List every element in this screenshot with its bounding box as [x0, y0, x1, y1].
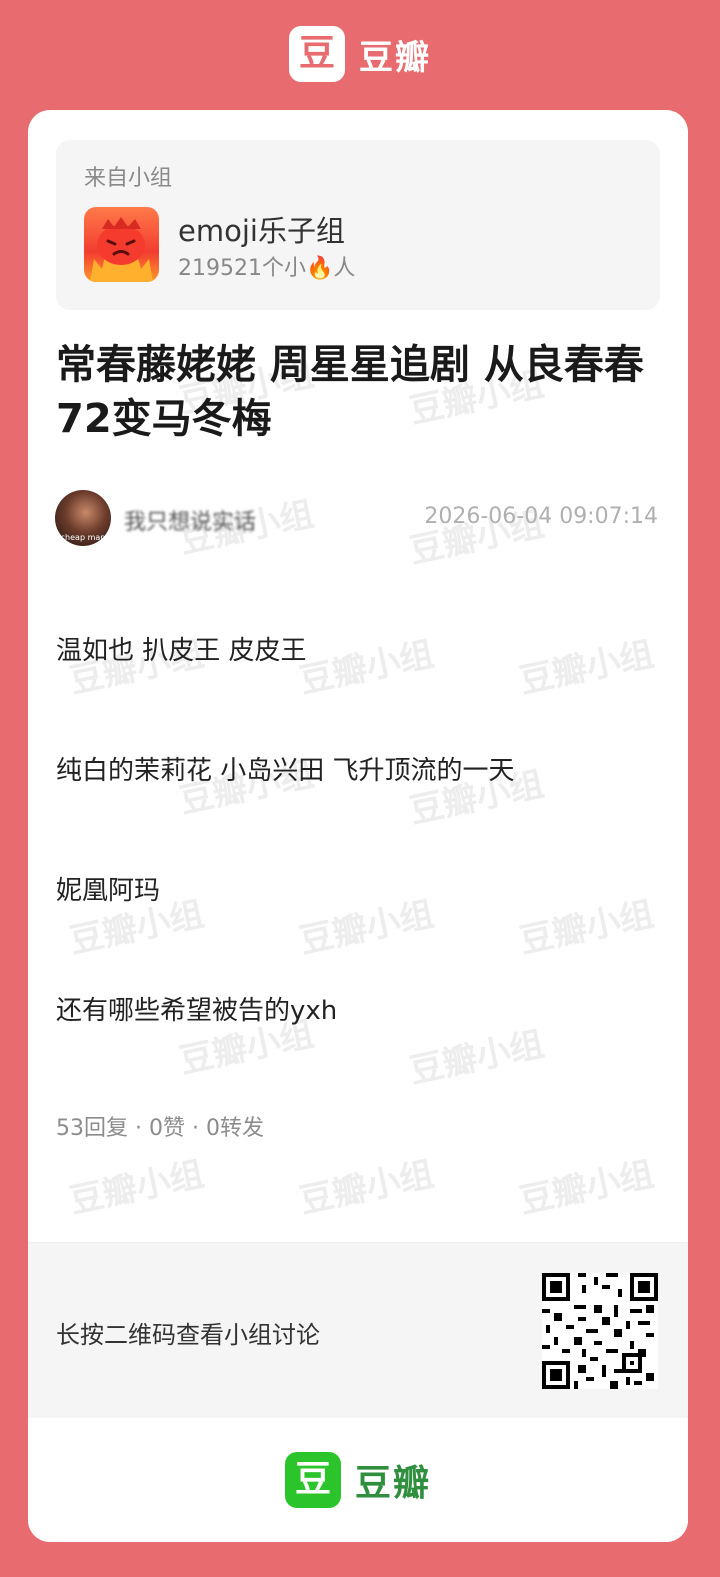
watermark: 豆瓣小组 [296, 894, 438, 962]
group-avatar-art [90, 217, 153, 282]
post-stats: 53回复 · 0赞 · 0转发 [56, 1116, 264, 1141]
group-info-box[interactable]: 来自小组 emoji乐子组 219521个小🔥人 [56, 140, 660, 310]
share-card: 豆瓣小组 豆瓣小组 豆瓣小组 豆瓣小组 豆瓣小组 豆瓣小组 豆瓣小组 豆瓣小组 … [28, 110, 688, 1542]
brand-name: 豆瓣 [354, 1463, 431, 1504]
watermark: 豆瓣小组 [406, 1024, 548, 1092]
top-brand: 豆 豆瓣 [0, 22, 720, 86]
watermark: 豆瓣小组 [516, 894, 658, 962]
content-paragraph: 温如也 扒皮王 皮皮王 [56, 636, 307, 666]
douban-logo-char: 豆 [294, 1459, 331, 1500]
qr-section: 长按二维码查看小组讨论 [28, 1242, 688, 1418]
watermark: 豆瓣小组 [296, 1154, 438, 1222]
qr-code[interactable] [542, 1273, 658, 1389]
fire-monster-icon [84, 207, 159, 282]
content-paragraph: 还有哪些希望被告的yxh [56, 996, 338, 1026]
douban-logo-char: 豆 [298, 33, 335, 74]
group-member-count: 219521个小🔥人 [178, 256, 356, 281]
group-name: emoji乐子组 [178, 214, 345, 248]
douban-logo-icon: 豆 [284, 1452, 341, 1508]
qr-prompt: 长按二维码查看小组讨论 [56, 1321, 320, 1349]
watermark: 豆瓣小组 [516, 634, 658, 702]
douban-logo-icon: 豆 [289, 26, 345, 82]
author-name[interactable]: 我只想说实话 [124, 504, 256, 536]
content-paragraph: 妮凰阿玛 [56, 876, 161, 906]
group-from-label: 来自小组 [84, 166, 173, 191]
post-timestamp: 2026-06-04 09:07:14 [424, 504, 658, 529]
watermark: 豆瓣小组 [66, 1154, 208, 1222]
avatar-caption: cheap man [60, 533, 106, 542]
watermark: 豆瓣小组 [516, 1154, 658, 1222]
brand-name: 豆瓣 [359, 37, 431, 78]
content-paragraph: 纯白的茉莉花 小岛兴田 飞升顶流的一天 [56, 756, 515, 786]
qr-code-icon [542, 1273, 658, 1389]
post-title: 常春藤姥姥 周星星追剧 从良春春 72变马冬梅 [56, 342, 644, 442]
watermark: 豆瓣小组 [296, 634, 438, 702]
bottom-brand: 豆 豆瓣 [28, 1418, 688, 1542]
